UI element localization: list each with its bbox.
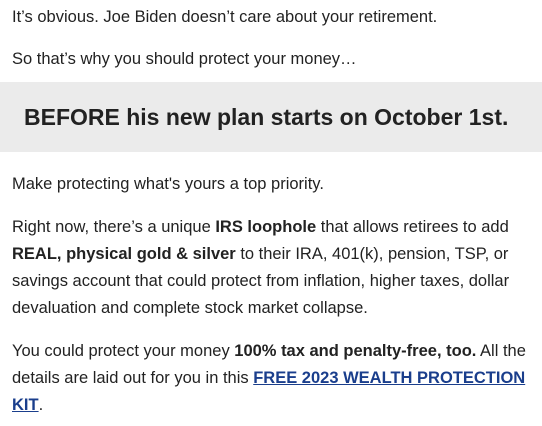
banner-headline: BEFORE his new plan starts on October 1s…: [24, 104, 509, 130]
loophole-text-2: that allows retirees to add: [316, 218, 509, 236]
priority-paragraph: Make protecting what's yours a top prior…: [12, 175, 324, 193]
protect-money-paragraph: So that’s why you should protect your mo…: [12, 50, 357, 68]
gold-silver-bold: REAL, physical gold & silver: [12, 245, 236, 263]
tax-free-text-1: You could protect your money: [12, 342, 235, 360]
loophole-paragraph: Right now, there’s a unique IRS loophole…: [12, 214, 534, 322]
loophole-text-1: Right now, there’s a unique: [12, 218, 216, 236]
intro-paragraph: It’s obvious. Joe Biden doesn’t care abo…: [12, 8, 438, 26]
tax-free-paragraph: You could protect your money 100% tax an…: [12, 338, 534, 419]
tax-free-bold: 100% tax and penalty-free, too.: [234, 342, 477, 360]
headline-banner: BEFORE his new plan starts on October 1s…: [0, 82, 542, 152]
irs-loophole-bold: IRS loophole: [215, 218, 317, 236]
tax-free-text-3: .: [38, 396, 44, 414]
